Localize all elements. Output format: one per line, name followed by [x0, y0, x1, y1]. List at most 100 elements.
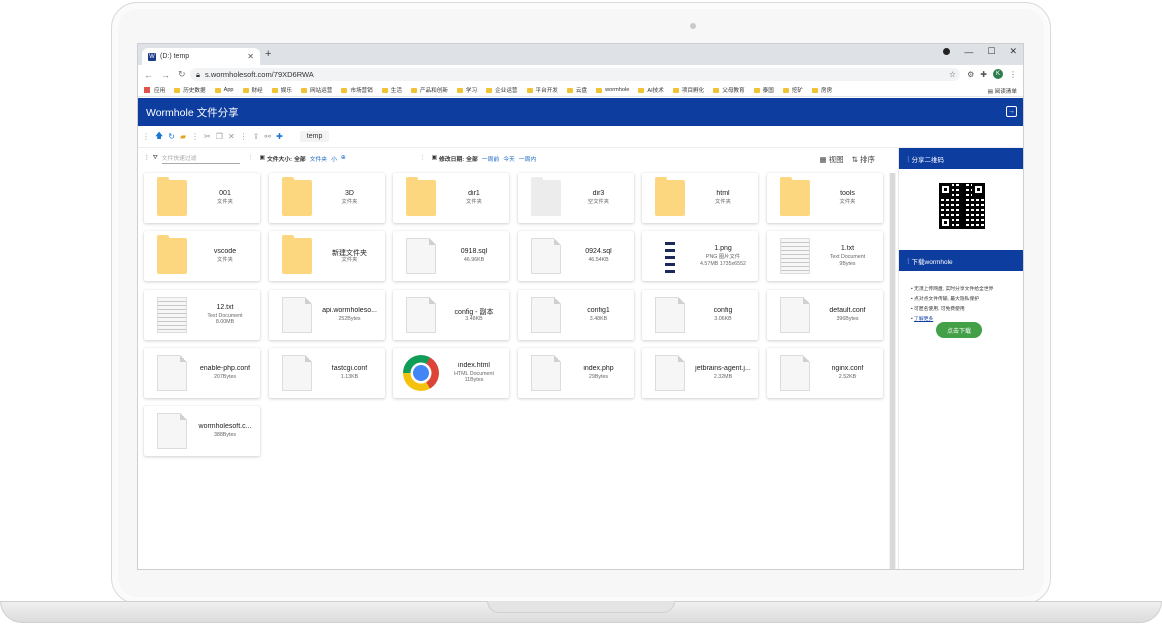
folder-card[interactable]: dir3 空文件夹: [517, 173, 634, 223]
file-card[interactable]: config 3.06KB: [642, 289, 758, 340]
scrollbar-thumb[interactable]: [890, 173, 895, 569]
reading-list[interactable]: ▤ 阅读清单: [988, 87, 1017, 95]
file-name: config: [713, 306, 733, 314]
copy-icon[interactable]: ❐: [216, 132, 223, 141]
share-link-icon[interactable]: ⚯: [264, 132, 271, 141]
date-filter-week[interactable]: 一周前: [482, 154, 499, 163]
file-card[interactable]: 0918.sql 46.96KB: [393, 231, 509, 282]
bookmark-item[interactable]: 财经: [242, 86, 263, 94]
extension-puzzle-icon[interactable]: ✚: [980, 70, 987, 79]
file-meta: 2.52KB: [838, 373, 857, 380]
browser-tab[interactable]: W (D:) temp ✕: [142, 48, 260, 65]
bookmark-item[interactable]: 云盘: [566, 86, 587, 94]
bookmark-item[interactable]: App: [214, 87, 234, 93]
bookmark-item[interactable]: 房房: [812, 86, 832, 94]
bookmark-item[interactable]: 市场营销: [341, 86, 373, 94]
up-arrow-icon[interactable]: 🡅: [155, 130, 163, 144]
size-filter-all[interactable]: 全部: [294, 154, 306, 163]
profile-avatar[interactable]: K: [993, 69, 1003, 79]
record-icon[interactable]: [943, 48, 951, 55]
bookmark-item[interactable]: 娱乐: [271, 86, 292, 94]
close-window-icon[interactable]: ✕: [1009, 46, 1017, 57]
file-icon: [655, 296, 685, 333]
delete-icon[interactable]: ✕: [228, 132, 235, 141]
new-tab-icon[interactable]: +: [265, 48, 271, 60]
folder-card[interactable]: tools 文件夹: [766, 173, 883, 223]
menu-dots-icon[interactable]: ⋮: [1009, 70, 1017, 79]
cut-icon[interactable]: ✂: [204, 132, 211, 141]
bookmark-item[interactable]: 历史数据: [174, 86, 206, 94]
date-filter-month[interactable]: 一周内: [519, 154, 536, 163]
add-icon[interactable]: ✚: [276, 132, 283, 141]
folder-icon: [779, 177, 810, 216]
download-button[interactable]: 点击下载: [936, 322, 982, 338]
folder-card[interactable]: 001 文件夹: [144, 173, 260, 223]
bookmark-item[interactable]: 企业运营: [486, 86, 518, 94]
apps-grid-icon: [144, 87, 150, 93]
app-title: Wormhole 文件分享: [146, 106, 239, 119]
refresh-icon[interactable]: ↻: [168, 132, 175, 141]
back-icon[interactable]: ←: [144, 70, 153, 80]
file-card[interactable]: 0924.sql 46.54KB: [517, 231, 634, 282]
extension-gear-icon[interactable]: ⚙: [967, 70, 974, 79]
file-icon: [406, 238, 436, 275]
size-filter-folder[interactable]: 文件夹: [310, 154, 327, 163]
bookmark-item[interactable]: AI技术: [638, 86, 664, 94]
bookmark-item[interactable]: wormhole: [596, 87, 629, 93]
forward-icon[interactable]: →: [161, 70, 170, 80]
folder-icon: [281, 177, 312, 216]
file-card[interactable]: 1.txt Text Document 9Bytes: [766, 231, 883, 282]
file-card[interactable]: 12.txt Text Document 8.00MB: [144, 289, 260, 340]
bookmark-apps[interactable]: 应用: [144, 86, 165, 94]
url-input[interactable]: 🔒︎ s.wormholesoft.com/79XD6RWA ☆: [190, 68, 960, 81]
date-filter-today[interactable]: 今天: [503, 154, 515, 163]
file-card[interactable]: 1.png PNG 图片文件 4.57MB 1735x6552: [642, 231, 758, 282]
file-card[interactable]: fastcgi.conf 1.13KB: [268, 347, 385, 398]
qr-header: ⋮ 分享二维码: [899, 148, 1023, 169]
maximize-icon[interactable]: ☐: [987, 46, 995, 57]
minimize-icon[interactable]: —: [964, 47, 973, 57]
file-card[interactable]: wormholesoft.c... 388Bytes: [144, 406, 260, 457]
bookmark-item[interactable]: 生活: [381, 86, 402, 94]
file-card[interactable]: index.html HTML Document 11Bytes: [393, 347, 509, 398]
bookmark-item[interactable]: 网站运营: [300, 86, 332, 94]
open-folder-icon[interactable]: ▰: [180, 132, 186, 141]
logout-icon[interactable]: →: [1006, 106, 1017, 117]
file-card[interactable]: enable-php.conf 207Bytes: [144, 347, 260, 398]
view-button[interactable]: ▦ 视图: [819, 154, 843, 165]
bookmark-item[interactable]: 学习: [456, 86, 477, 94]
file-card[interactable]: default.conf 396Bytes: [766, 289, 883, 340]
bookmark-item[interactable]: 泰国: [753, 86, 774, 94]
folder-card[interactable]: html 文件夹: [642, 173, 758, 223]
bookmark-item[interactable]: 挖矿: [782, 86, 803, 94]
sort-button[interactable]: ⇅ 排序: [852, 154, 875, 165]
size-filter-small[interactable]: 小: [331, 154, 337, 163]
reload-icon[interactable]: ↻: [178, 69, 186, 80]
folder-card[interactable]: dir1 文件夹: [393, 173, 509, 223]
folder-icon: [242, 87, 249, 93]
bookmark-item[interactable]: 平台开发: [526, 86, 558, 94]
bookmark-star-icon[interactable]: ☆: [949, 70, 956, 79]
bookmark-item[interactable]: 产品和创新: [410, 86, 448, 94]
file-card[interactable]: nginx.conf 2.52KB: [766, 347, 883, 398]
date-filter-all[interactable]: 全部: [466, 154, 478, 163]
folder-card[interactable]: 3D 文件夹: [268, 173, 385, 223]
tab-close-icon[interactable]: ✕: [247, 52, 254, 61]
upload-icon[interactable]: ⇪: [253, 132, 260, 141]
file-card[interactable]: api.wormholeso... 252Bytes: [268, 289, 385, 340]
file-icon: [406, 296, 436, 333]
file-card[interactable]: config1 3.48KB: [517, 289, 634, 340]
bookmark-item[interactable]: 项目孵化: [672, 86, 704, 94]
size-filter-more[interactable]: ⊕: [341, 155, 346, 161]
filter-input[interactable]: 文件快速过滤: [161, 153, 240, 164]
file-card[interactable]: config - 副本 3.48KB: [393, 289, 509, 340]
bookmark-item[interactable]: 父母教育: [713, 86, 745, 94]
folder-card[interactable]: 新建文件夹 文件夹: [268, 231, 385, 282]
file-meta: PNG 图片文件 4.57MB 1735x6552: [700, 254, 746, 267]
file-card[interactable]: jetbrains-agent.j... 2.32MB: [642, 347, 758, 398]
file-name: index.html: [458, 361, 490, 369]
folder-card[interactable]: vscode 文件夹: [144, 231, 260, 282]
file-card[interactable]: index.php 29Bytes: [517, 347, 634, 398]
scrollbar[interactable]: [889, 173, 896, 569]
breadcrumb[interactable]: temp: [299, 131, 330, 142]
